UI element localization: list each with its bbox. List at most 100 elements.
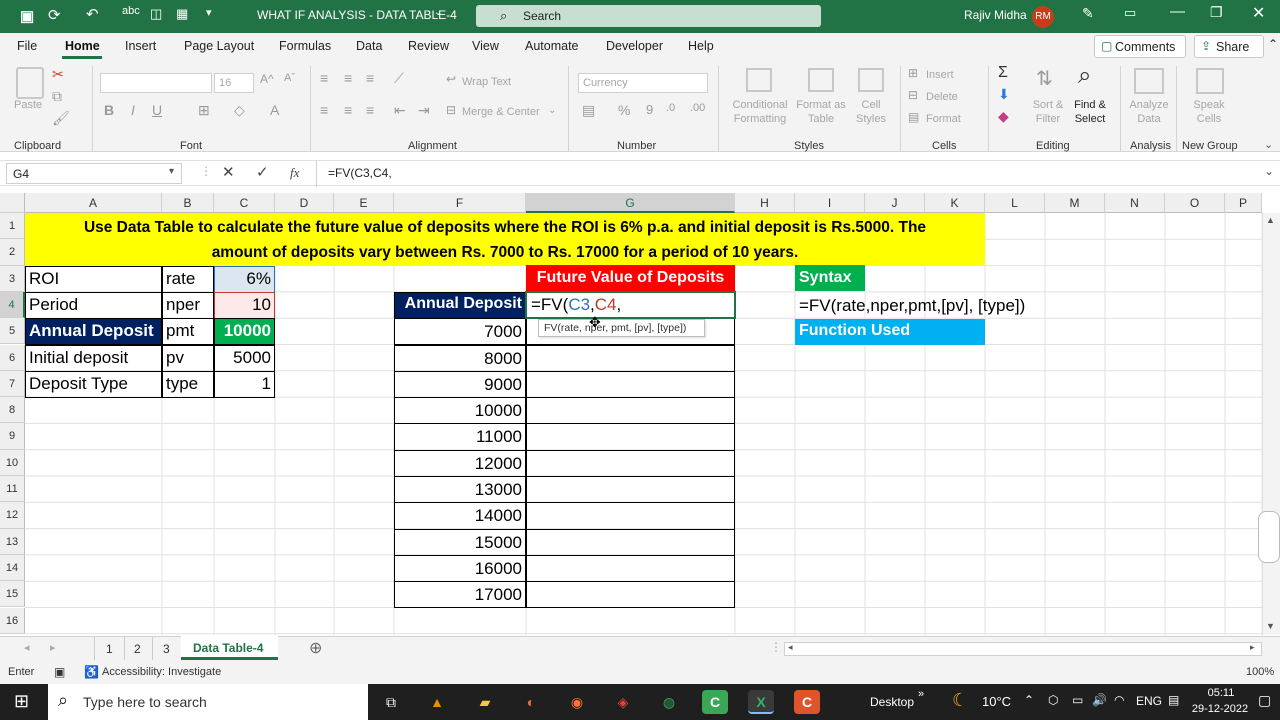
format-painter-icon[interactable]: 🖌 — [52, 110, 70, 127]
accounting-format-icon[interactable]: ▤ — [582, 102, 595, 119]
speak-cells-icon[interactable] — [1196, 68, 1224, 94]
row-header-1[interactable]: 1 — [0, 213, 25, 240]
row-header-5[interactable]: 5 — [0, 318, 25, 345]
excel-taskbar-icon[interactable]: X — [748, 690, 774, 714]
scroll-up-icon[interactable]: ▲ — [1266, 215, 1275, 225]
row-header-16[interactable]: 16 — [0, 607, 25, 634]
document-title[interactable]: WHAT IF ANALYSIS - DATA TABLE-4 — [257, 8, 457, 22]
clear-icon[interactable]: ◆ — [998, 108, 1009, 125]
file-explorer-icon[interactable]: ▰ — [472, 690, 498, 714]
add-sheet-icon[interactable]: ⊕ — [309, 638, 322, 658]
cancel-formula-icon[interactable]: ✕ — [222, 163, 235, 181]
paint-icon[interactable]: ◐ — [518, 690, 544, 714]
speak-cells-label[interactable]: Speak Cells — [1186, 98, 1232, 126]
align-right-icon[interactable]: ≡ — [366, 102, 374, 118]
increase-font-icon[interactable]: A^ — [260, 72, 274, 86]
task-view-icon[interactable]: ⧉ — [378, 690, 404, 714]
fill-icon[interactable]: ⬇ — [998, 86, 1010, 103]
row-header-7[interactable]: 7 — [0, 370, 25, 398]
analyze-data-label[interactable]: Analyze Data — [1126, 98, 1172, 126]
number-format-select[interactable]: Currency — [578, 73, 708, 93]
scroll-down-icon[interactable]: ▼ — [1266, 621, 1275, 631]
column-header-b[interactable]: B — [162, 193, 214, 213]
vlc-icon[interactable]: ▲ — [424, 690, 450, 714]
merge-center-label[interactable]: Merge & Center — [462, 105, 540, 119]
clock-time[interactable]: 05:11 — [1196, 687, 1246, 699]
row-header-2[interactable]: 2 — [0, 239, 25, 266]
temperature[interactable]: 10°C — [982, 694, 1011, 709]
comments-button[interactable]: ▢ Comments — [1094, 35, 1186, 58]
name-box[interactable]: G4 ▾ — [6, 163, 182, 184]
row-header-11[interactable]: 11 — [0, 476, 25, 503]
align-middle-icon[interactable]: ≡ — [344, 70, 352, 86]
column-header-p[interactable]: P — [1225, 193, 1262, 213]
editing-formula[interactable]: =FV(C3,C4, — [527, 295, 625, 315]
scroll-right-icon[interactable]: ▸ — [1250, 642, 1255, 653]
cut-icon[interactable]: ✂ — [52, 66, 64, 83]
banner-line-2[interactable]: amount of deposits vary between Rs. 7000… — [25, 244, 985, 262]
volume-icon[interactable]: 🔊 — [1092, 693, 1107, 707]
sheet-tab-active[interactable]: Data Table-4 — [181, 636, 278, 660]
column-header-k[interactable]: K — [925, 193, 985, 213]
sort-filter-icon[interactable]: ⇅ — [1036, 66, 1053, 91]
row-header-10[interactable]: 10 — [0, 449, 25, 476]
decrease-font-icon[interactable]: Aˇ — [284, 72, 295, 84]
increase-indent-icon[interactable]: ⇥ — [418, 102, 430, 119]
tab-view[interactable]: View — [472, 39, 499, 53]
autosum-icon[interactable]: Σ — [998, 64, 1008, 82]
prev-sheet-icon[interactable]: ◂ — [24, 641, 30, 654]
syntax-text[interactable]: =FV(rate,nper,pmt,[pv], [type]) — [795, 296, 1029, 316]
autosave-icon[interactable]: ⟳ — [48, 6, 61, 24]
format-as-table-icon[interactable] — [808, 68, 834, 92]
find-select-icon[interactable]: ⌕ — [1078, 62, 1091, 90]
row-header-4[interactable]: 4 — [0, 291, 25, 319]
decrease-indent-icon[interactable]: ⇤ — [394, 102, 406, 119]
tab-developer[interactable]: Developer — [606, 39, 663, 53]
wrap-text-icon[interactable]: ↩ — [446, 72, 456, 86]
comma-style-icon[interactable]: 9 — [646, 102, 653, 117]
accessibility-status[interactable]: Accessibility: Investigate — [102, 666, 221, 678]
bold-icon[interactable]: B — [104, 102, 114, 118]
language[interactable]: ENG — [1136, 694, 1162, 708]
enter-formula-icon[interactable]: ✓ — [256, 163, 269, 181]
banner-line-1[interactable]: Use Data Table to calculate the future v… — [25, 219, 985, 237]
tab-review[interactable]: Review — [408, 39, 449, 53]
increase-decimal-icon[interactable]: .0 — [666, 102, 675, 114]
ribbon-display-icon[interactable]: ▭ — [1124, 5, 1136, 21]
copy-icon[interactable]: ⧉ — [52, 88, 62, 105]
cell-styles-icon[interactable] — [858, 68, 884, 92]
fv-result-cell[interactable] — [526, 528, 735, 556]
column-header-n[interactable]: N — [1105, 193, 1165, 213]
tray-chevron-icon[interactable]: ⌃ — [1024, 693, 1034, 707]
sheet-tab-2[interactable]: 2 — [134, 642, 141, 656]
italic-icon[interactable]: I — [131, 102, 135, 118]
expand-formula-icon[interactable]: ⌄ — [1264, 164, 1274, 178]
tab-data[interactable]: Data — [356, 39, 382, 53]
merge-icon[interactable]: ⊟ — [446, 103, 456, 117]
camera-icon[interactable]: ◫ — [150, 6, 162, 22]
next-sheet-icon[interactable]: ▸ — [50, 641, 56, 654]
function-used-label[interactable]: Function Used — [795, 322, 914, 340]
align-center-icon[interactable]: ≡ — [344, 102, 352, 118]
pen-icon[interactable]: ✎ — [1082, 5, 1094, 22]
format-cells-icon[interactable]: ▤ — [908, 110, 919, 124]
delete-cells-icon[interactable]: ⊟ — [908, 88, 918, 102]
chevron-icon[interactable]: » — [918, 688, 924, 700]
select-all-corner[interactable] — [0, 193, 25, 213]
row-header-15[interactable]: 15 — [0, 581, 25, 608]
orientation-icon[interactable]: ⟋ — [394, 70, 404, 87]
column-header-d[interactable]: D — [275, 193, 334, 213]
insert-function-icon[interactable]: fx — [290, 165, 299, 181]
column-header-l[interactable]: L — [985, 193, 1045, 213]
share-button[interactable]: ⇪ Share — [1194, 35, 1264, 58]
column-header-c[interactable]: C — [214, 193, 275, 213]
tray-icon[interactable]: ⬡ — [1048, 693, 1058, 707]
row-header-6[interactable]: 6 — [0, 344, 25, 371]
font-color-icon[interactable]: A — [270, 102, 279, 118]
sort-filter-label[interactable]: Sort & Filter — [1028, 98, 1068, 126]
clock-date[interactable]: 29-12-2022 — [1188, 703, 1252, 715]
collapse-ribbon-icon[interactable]: ⌃ — [1268, 37, 1278, 51]
scroll-thumb[interactable] — [1258, 511, 1280, 563]
column-header-h[interactable]: H — [735, 193, 795, 213]
insert-label[interactable]: Insert — [926, 68, 954, 82]
